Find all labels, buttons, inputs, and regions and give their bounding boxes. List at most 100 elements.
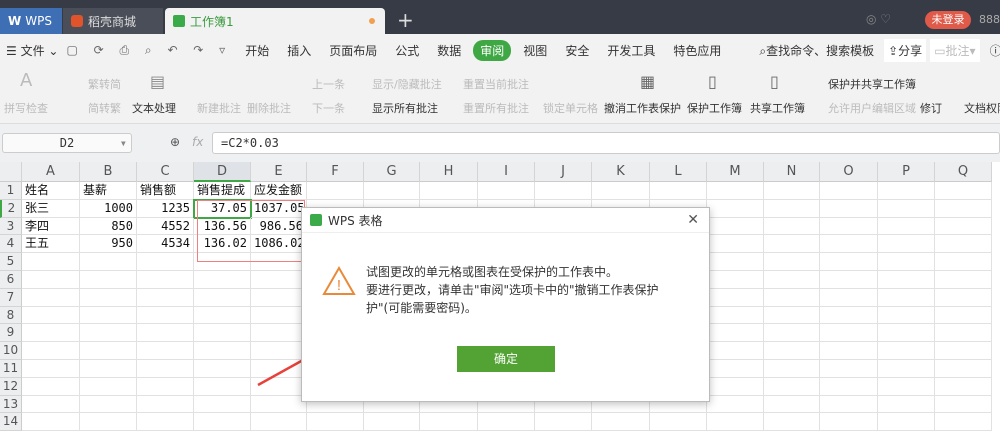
cell-N10[interactable]: [764, 342, 820, 360]
protect-share-button[interactable]: 保护并共享工作簿: [828, 76, 916, 92]
cell-B4[interactable]: 950: [80, 235, 137, 254]
cell-Q14[interactable]: [935, 413, 992, 432]
cell-J1[interactable]: [535, 182, 592, 200]
comment-button[interactable]: ▭批注▾: [930, 38, 980, 62]
cell-P3[interactable]: [878, 217, 935, 236]
cell-N1[interactable]: [764, 182, 820, 200]
cell-A12[interactable]: [22, 377, 80, 396]
help-icon[interactable]: ⓘ ⋮: [990, 42, 1000, 59]
cell-J14[interactable]: [535, 413, 592, 432]
reset-current-comment-button[interactable]: 重置当前批注: [463, 76, 529, 92]
cell-B14[interactable]: [80, 413, 137, 432]
cell-P10[interactable]: [878, 342, 935, 360]
cell-B8[interactable]: [80, 306, 137, 325]
cell-N13[interactable]: [764, 395, 820, 414]
row-header-7[interactable]: 7: [0, 288, 22, 307]
tab-formula[interactable]: 公式: [395, 42, 419, 59]
cell-E14[interactable]: [251, 413, 307, 432]
cell-A3[interactable]: 李四: [22, 217, 80, 236]
cell-A13[interactable]: [22, 395, 80, 414]
cell-O12[interactable]: [820, 377, 878, 396]
cell-H14[interactable]: [420, 413, 478, 432]
cell-O1[interactable]: [820, 182, 878, 200]
cell-O2[interactable]: [820, 199, 878, 218]
cell-A8[interactable]: [22, 306, 80, 325]
cell-P11[interactable]: [878, 360, 935, 378]
tab-security[interactable]: 安全: [565, 42, 589, 59]
cell-A14[interactable]: [22, 413, 80, 432]
column-header-J[interactable]: J: [535, 162, 592, 182]
tab-features[interactable]: 特色应用: [673, 42, 721, 59]
simp-to-trad-button[interactable]: 简转繁: [88, 100, 121, 116]
cell-Q11[interactable]: [935, 360, 992, 378]
cell-D6[interactable]: [194, 271, 251, 289]
cell-C8[interactable]: [137, 306, 194, 325]
cell-B3[interactable]: 850: [80, 217, 137, 236]
cell-P14[interactable]: [878, 413, 935, 432]
cell-M9[interactable]: [707, 324, 764, 343]
cell-Q10[interactable]: [935, 342, 992, 360]
cell-P1[interactable]: [878, 182, 935, 200]
cell-Q9[interactable]: [935, 324, 992, 343]
cell-A11[interactable]: [22, 360, 80, 378]
cell-M11[interactable]: [707, 360, 764, 378]
unprotect-sheet-button[interactable]: 撤消工作表保护: [604, 100, 681, 116]
cell-C7[interactable]: [137, 288, 194, 307]
cell-Q12[interactable]: [935, 377, 992, 396]
row-header-8[interactable]: 8: [0, 306, 22, 325]
cell-P6[interactable]: [878, 271, 935, 289]
cell-Q1[interactable]: [935, 182, 992, 200]
cell-C10[interactable]: [137, 342, 194, 360]
cell-E7[interactable]: [251, 288, 307, 307]
cell-Q3[interactable]: [935, 217, 992, 236]
tab-start[interactable]: 开始: [245, 42, 269, 59]
cell-A4[interactable]: 王五: [22, 235, 80, 254]
fx-button[interactable]: fx: [192, 135, 203, 149]
column-header-D[interactable]: D: [194, 162, 251, 182]
cell-E1[interactable]: 应发金额: [251, 182, 307, 200]
column-header-G[interactable]: G: [364, 162, 420, 182]
doc-permission-button[interactable]: 文档权限: [964, 100, 1000, 116]
column-header-E[interactable]: E: [251, 162, 307, 182]
cell-P4[interactable]: [878, 235, 935, 254]
cell-D8[interactable]: [194, 306, 251, 325]
cell-P5[interactable]: [878, 253, 935, 271]
spell-check-button[interactable]: 拼写检查: [4, 100, 48, 116]
cell-M13[interactable]: [707, 395, 764, 414]
tab-developer[interactable]: 开发工具: [607, 42, 655, 59]
cell-B9[interactable]: [80, 324, 137, 343]
column-header-N[interactable]: N: [764, 162, 820, 182]
cell-D1[interactable]: 销售提成: [194, 182, 251, 200]
column-header-C[interactable]: C: [137, 162, 194, 182]
column-header-A[interactable]: A: [22, 162, 80, 182]
cell-Q2[interactable]: [935, 199, 992, 218]
cell-O8[interactable]: [820, 306, 878, 325]
next-comment-button[interactable]: 下一条: [312, 100, 345, 116]
cell-D14[interactable]: [194, 413, 251, 432]
cell-N14[interactable]: [764, 413, 820, 432]
cell-B6[interactable]: [80, 271, 137, 289]
cell-O7[interactable]: [820, 288, 878, 307]
cell-H1[interactable]: [420, 182, 478, 200]
select-all-corner[interactable]: [0, 162, 22, 182]
cell-P7[interactable]: [878, 288, 935, 307]
cell-A9[interactable]: [22, 324, 80, 343]
cell-N3[interactable]: [764, 217, 820, 236]
cell-M5[interactable]: [707, 253, 764, 271]
cell-M6[interactable]: [707, 271, 764, 289]
cell-N8[interactable]: [764, 306, 820, 325]
delete-comment-button[interactable]: 删除批注: [247, 100, 291, 116]
cell-Q4[interactable]: [935, 235, 992, 254]
cell-B13[interactable]: [80, 395, 137, 414]
cell-G1[interactable]: [364, 182, 420, 200]
cell-C1[interactable]: 销售额: [137, 182, 194, 200]
cell-N12[interactable]: [764, 377, 820, 396]
cell-I1[interactable]: [478, 182, 535, 200]
cell-B10[interactable]: [80, 342, 137, 360]
row-header-11[interactable]: 11: [0, 360, 22, 378]
cell-C5[interactable]: [137, 253, 194, 271]
cell-M14[interactable]: [707, 413, 764, 432]
cell-M3[interactable]: [707, 217, 764, 236]
prev-comment-button[interactable]: 上一条: [312, 76, 345, 92]
column-header-P[interactable]: P: [878, 162, 935, 182]
